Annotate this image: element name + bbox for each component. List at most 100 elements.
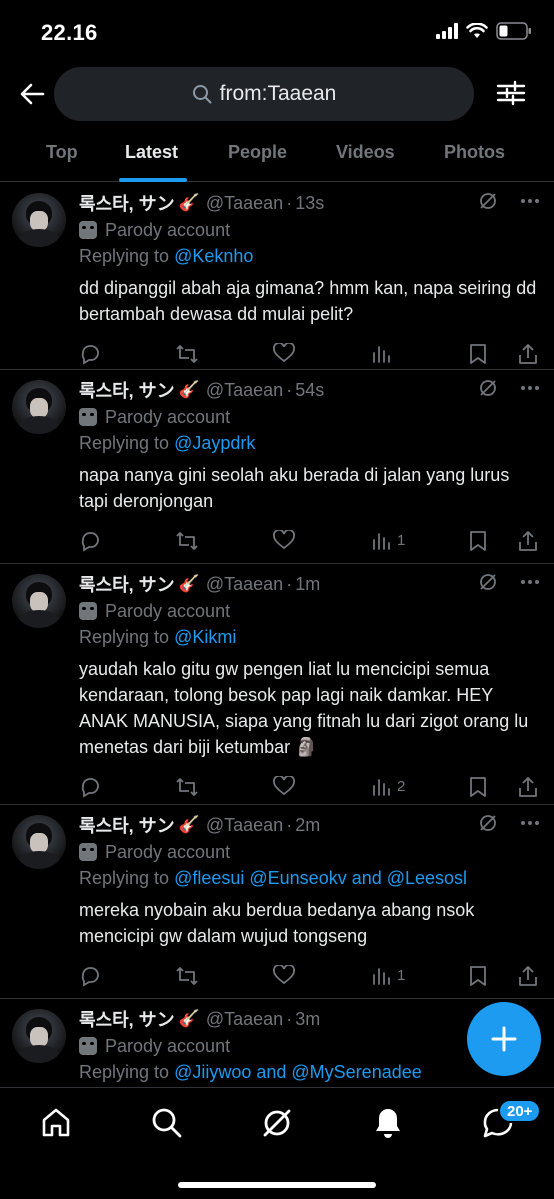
views-button[interactable]: 1 bbox=[371, 965, 405, 985]
tab-videos[interactable]: Videos bbox=[336, 142, 395, 163]
bookmark-button[interactable] bbox=[469, 343, 487, 365]
bookmark-button[interactable] bbox=[469, 776, 487, 798]
mention-link[interactable]: @fleesui @Eunseokv and @Leesosl bbox=[174, 868, 467, 888]
guitar-emoji: 🎸 bbox=[178, 380, 200, 399]
bookmark-icon bbox=[470, 966, 486, 986]
tweet[interactable]: 록스타, サン 🎸 @Taaean · 13s Parody account R… bbox=[0, 183, 554, 370]
bookmark-button[interactable] bbox=[469, 530, 487, 552]
user-handle[interactable]: @Taaean bbox=[206, 193, 283, 214]
search-input[interactable]: from:Taaean bbox=[54, 67, 474, 121]
mention-link[interactable]: @Kikmi bbox=[174, 627, 236, 647]
retweet-icon bbox=[176, 532, 198, 550]
display-name[interactable]: 록스타, サン bbox=[79, 571, 175, 597]
bookmark-icon bbox=[470, 344, 486, 364]
search-query: from:Taaean bbox=[219, 82, 337, 105]
screen: 22.16 from:Taaean Top Latest People Vide… bbox=[0, 0, 554, 1199]
views-button[interactable] bbox=[371, 343, 397, 363]
messages-badge: 20+ bbox=[498, 1099, 542, 1123]
search-filter-icon[interactable] bbox=[496, 78, 526, 108]
like-button[interactable] bbox=[273, 530, 295, 550]
replying-to: Replying to @fleesui @Eunseokv and @Lees… bbox=[79, 868, 468, 888]
parody-mask-icon bbox=[79, 1037, 97, 1055]
user-handle[interactable]: @Taaean bbox=[206, 380, 283, 401]
parody-label: Parody account bbox=[79, 404, 540, 430]
grok-icon[interactable] bbox=[478, 191, 498, 211]
back-arrow-icon[interactable] bbox=[16, 78, 48, 110]
guitar-emoji: 🎸 bbox=[178, 193, 200, 212]
views-chart-icon bbox=[373, 779, 390, 796]
avatar[interactable] bbox=[12, 815, 66, 869]
display-name[interactable]: 록스타, サン bbox=[79, 190, 175, 216]
tweet[interactable]: 록스타, サン 🎸 @Taaean · 54s Parody account R… bbox=[0, 370, 554, 564]
cellular-signal-icon bbox=[436, 23, 458, 39]
views-chart-icon bbox=[373, 346, 390, 363]
views-count: 2 bbox=[397, 777, 406, 795]
reply-button[interactable] bbox=[79, 530, 101, 552]
notifications-icon[interactable] bbox=[371, 1106, 405, 1140]
search-tabs: Top Latest People Videos Photos bbox=[0, 132, 554, 182]
retweet-button[interactable] bbox=[175, 776, 199, 798]
active-tab-indicator bbox=[119, 178, 187, 182]
reply-button[interactable] bbox=[79, 343, 101, 365]
share-icon bbox=[519, 344, 537, 364]
display-name[interactable]: 록스타, サン bbox=[79, 377, 175, 403]
avatar[interactable] bbox=[12, 1009, 66, 1063]
bookmark-icon bbox=[470, 777, 486, 797]
user-handle[interactable]: @Taaean bbox=[206, 574, 283, 595]
guitar-emoji: 🎸 bbox=[178, 815, 200, 834]
share-button[interactable] bbox=[517, 530, 539, 552]
grok-icon[interactable] bbox=[260, 1106, 294, 1140]
reply-icon bbox=[81, 778, 99, 798]
tab-people[interactable]: People bbox=[228, 142, 287, 163]
like-button[interactable] bbox=[273, 776, 295, 796]
reply-button[interactable] bbox=[79, 776, 101, 798]
mention-link[interactable]: @Jiiywoo and @MySerenadee bbox=[174, 1062, 422, 1082]
tweet-actions: 1 bbox=[79, 957, 540, 1003]
display-name[interactable]: 록스타, サン bbox=[79, 812, 175, 838]
share-button[interactable] bbox=[517, 776, 539, 798]
like-button[interactable] bbox=[273, 965, 295, 985]
tab-photos[interactable]: Photos bbox=[444, 142, 505, 163]
tweet-text: mereka nyobain aku berdua bedanya abang … bbox=[79, 900, 475, 946]
reply-button[interactable] bbox=[79, 965, 101, 987]
mention-link[interactable]: @Keknho bbox=[174, 246, 253, 266]
grok-icon[interactable] bbox=[478, 378, 498, 398]
grok-icon[interactable] bbox=[478, 572, 498, 592]
search-icon bbox=[192, 85, 212, 104]
home-icon[interactable] bbox=[39, 1106, 73, 1140]
guitar-emoji: 🎸 bbox=[178, 574, 200, 593]
views-button[interactable]: 1 bbox=[371, 530, 405, 550]
avatar[interactable] bbox=[12, 193, 66, 247]
tweet-time: 2m bbox=[295, 814, 321, 835]
like-button[interactable] bbox=[273, 343, 295, 363]
retweet-button[interactable] bbox=[175, 343, 199, 365]
retweet-button[interactable] bbox=[175, 530, 199, 552]
tab-latest[interactable]: Latest bbox=[125, 142, 178, 163]
tweet[interactable]: 록스타, サン 🎸 @Taaean · 1m Parody account Re… bbox=[0, 564, 554, 805]
more-options-icon[interactable] bbox=[520, 385, 540, 391]
parody-label: Parody account bbox=[79, 217, 540, 243]
tweet-feed[interactable]: 록스타, サン 🎸 @Taaean · 13s Parody account R… bbox=[0, 183, 554, 1087]
views-button[interactable]: 2 bbox=[371, 776, 405, 796]
share-icon bbox=[519, 966, 537, 986]
user-handle[interactable]: @Taaean bbox=[206, 815, 283, 836]
tab-top[interactable]: Top bbox=[46, 142, 78, 163]
display-name[interactable]: 록스타, サン bbox=[79, 1006, 175, 1032]
replying-to: Replying to @Kikmi bbox=[79, 627, 237, 647]
search-icon[interactable] bbox=[150, 1106, 184, 1140]
share-button[interactable] bbox=[517, 965, 539, 987]
more-options-icon[interactable] bbox=[520, 579, 540, 585]
more-options-icon[interactable] bbox=[520, 820, 540, 826]
grok-icon[interactable] bbox=[478, 813, 498, 833]
avatar[interactable] bbox=[12, 574, 66, 628]
more-options-icon[interactable] bbox=[520, 198, 540, 204]
avatar[interactable] bbox=[12, 380, 66, 434]
user-handle[interactable]: @Taaean bbox=[206, 1009, 283, 1030]
retweet-button[interactable] bbox=[175, 965, 199, 987]
compose-tweet-button[interactable] bbox=[467, 1002, 541, 1076]
mention-link[interactable]: @Jaypdrk bbox=[174, 433, 255, 453]
bookmark-button[interactable] bbox=[469, 965, 487, 987]
share-button[interactable] bbox=[517, 343, 539, 365]
heart-icon bbox=[273, 530, 295, 550]
tweet[interactable]: 록스타, サン 🎸 @Taaean · 2m Parody account Re… bbox=[0, 805, 554, 999]
